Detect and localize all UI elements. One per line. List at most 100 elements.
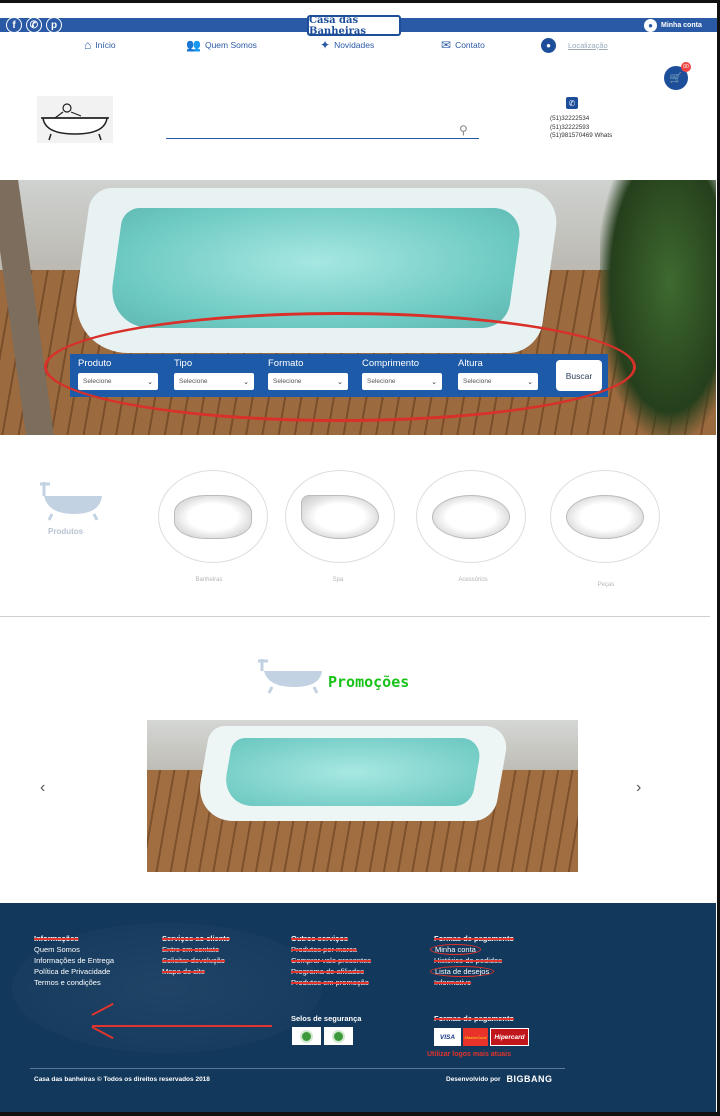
footer-link[interactable]: Produtos por marca	[291, 944, 371, 955]
bathtub-icon	[258, 659, 322, 694]
search-icon[interactable]: ⚲	[459, 123, 473, 137]
section-divider	[0, 616, 710, 617]
footer-divider	[30, 1068, 565, 1069]
nav-item-novidades[interactable]: ✦ Novidades	[320, 39, 374, 51]
footer-col-servicos: Serviços ao cliente Entre em contato Sol…	[162, 933, 230, 977]
phone-number: (51)981570469 Whats	[550, 132, 613, 139]
site-logo[interactable]	[37, 96, 113, 143]
annotation-note: Utilizar logos mais atuais	[427, 1051, 512, 1058]
category-label: Acessórios	[458, 577, 488, 583]
footer-link[interactable]: Lista de desejos	[430, 966, 495, 977]
footer-link[interactable]: Mapa do site	[162, 966, 230, 977]
gift-icon: ✦	[320, 38, 331, 52]
phone-list: (51)32222534 (51)32222593 (51)981570469 …	[550, 115, 612, 141]
nav-item-contato[interactable]: ✉ Contato	[441, 39, 485, 51]
phone-number: (51)32222534	[550, 115, 590, 122]
footer-link[interactable]: Solicitar devolução	[162, 955, 230, 966]
visa-logo: VISA	[434, 1028, 461, 1046]
seal-icon	[332, 1029, 345, 1043]
footer-heading: Serviços ao cliente	[162, 934, 230, 943]
cart-count-badge: 00	[681, 62, 691, 72]
copyright-text: Casa das banheiras © Todos os direitos r…	[34, 1076, 210, 1083]
facebook-icon[interactable]: f	[6, 17, 22, 33]
developer-credit: Desenvolvido por BIGBANG	[446, 1074, 553, 1084]
category-spa[interactable]	[285, 470, 395, 563]
footer: Informações Quem Somos Informações de En…	[0, 903, 716, 1112]
category-pecas[interactable]	[550, 470, 660, 563]
mail-icon: ✉	[441, 38, 452, 52]
map-pin-icon: ●	[541, 38, 556, 53]
whatsapp-icon[interactable]: ✆	[26, 17, 42, 33]
footer-heading: Selos de segurança	[291, 1014, 362, 1023]
footer-link[interactable]: Quem Somos	[34, 944, 114, 955]
developer-logo[interactable]: BIGBANG	[507, 1074, 553, 1084]
annotation-circle	[44, 312, 636, 422]
footer-link[interactable]: Entre em contato	[162, 944, 230, 955]
hero-plant	[600, 180, 716, 435]
footer-link[interactable]: Termos e condições	[34, 977, 114, 988]
category-label: Peças	[597, 582, 615, 588]
footer-heading: Outros serviços	[291, 934, 349, 943]
users-icon: 👥	[186, 38, 201, 52]
footer-link[interactable]: Comprar vale presentes	[291, 955, 371, 966]
footer-heading: Informações	[34, 934, 79, 943]
security-seal	[292, 1027, 321, 1045]
promo-carousel-image[interactable]	[147, 720, 578, 872]
seal-icon	[300, 1029, 313, 1043]
footer-link[interactable]: Programa de afiliados	[291, 966, 371, 977]
carousel-prev-icon[interactable]: ‹	[40, 779, 45, 797]
nav-item-localizacao[interactable]: ● Localização	[541, 38, 608, 53]
home-icon: ⌂	[84, 38, 92, 52]
category-image	[174, 494, 252, 539]
category-image	[566, 494, 644, 539]
nav-label: Localização	[568, 41, 608, 50]
footer-col-conta: Formas de pagamento Minha conta Históric…	[430, 933, 515, 988]
category-acessorios[interactable]	[416, 470, 526, 563]
nav-label: Contato	[455, 40, 485, 50]
phone-number: (51)32222593	[550, 123, 590, 131]
security-seal	[324, 1027, 353, 1045]
category-image	[432, 494, 510, 539]
security-heading: Selos de segurança	[291, 1013, 361, 1024]
category-image	[301, 494, 379, 539]
footer-link[interactable]: Produtos em promoção	[291, 977, 371, 988]
pinterest-icon[interactable]: p	[46, 17, 62, 33]
footer-link[interactable]: Histórico de pedidos	[434, 955, 514, 966]
nav-label: Quem Somos	[204, 40, 257, 50]
bathtub-icon	[40, 482, 102, 521]
mastercard-logo: MasterCard	[463, 1028, 488, 1046]
brand-logo[interactable]: Casa das Banheiras	[307, 15, 401, 37]
frame-border	[0, 1112, 720, 1116]
developed-by-label: Desenvolvido por	[446, 1075, 501, 1083]
footer-col-informacoes: Informações Quem Somos Informações de En…	[34, 933, 114, 988]
user-icon: ●	[644, 19, 657, 32]
category-label: Spa	[332, 577, 344, 583]
nav-item-quem-somos[interactable]: 👥 Quem Somos	[186, 39, 257, 51]
payment-heading: Formas de pagamento	[434, 1013, 514, 1024]
footer-link[interactable]: Informações de Entrega	[34, 955, 114, 966]
search-input[interactable]	[166, 121, 479, 139]
category-label: Banheiras	[195, 577, 223, 583]
account-label: Minha conta	[661, 22, 702, 29]
promo-water	[221, 738, 483, 806]
footer-heading: Formas de pagamento	[434, 934, 515, 943]
page: f ✆ p Casa das Banheiras ● Minha conta ⌂…	[0, 0, 720, 1116]
category-banheiras[interactable]	[158, 470, 268, 563]
hipercard-logo: Hipercard	[490, 1028, 529, 1046]
annotation-arrow	[92, 1025, 272, 1027]
footer-link[interactable]: Minha conta	[430, 944, 481, 955]
carousel-next-icon[interactable]: ›	[636, 779, 641, 797]
promo-title: Promoções	[328, 673, 410, 691]
phone-icon: ✆	[566, 97, 578, 109]
footer-col-outros: Outros serviços Produtos por marca Compr…	[291, 933, 371, 988]
cart-icon: 🛒	[669, 72, 683, 84]
frame-border	[0, 0, 720, 3]
account-link[interactable]: ● Minha conta	[644, 19, 702, 32]
products-label: Produtos	[48, 527, 84, 536]
footer-link[interactable]: Política de Privacidade	[34, 966, 114, 977]
nav-item-inicio[interactable]: ⌂ Início	[84, 39, 116, 51]
nav-label: Início	[95, 40, 116, 50]
hero-water	[106, 208, 524, 328]
footer-heading: Formas de pagamento	[434, 1014, 515, 1023]
footer-link[interactable]: Informativo	[434, 977, 514, 988]
